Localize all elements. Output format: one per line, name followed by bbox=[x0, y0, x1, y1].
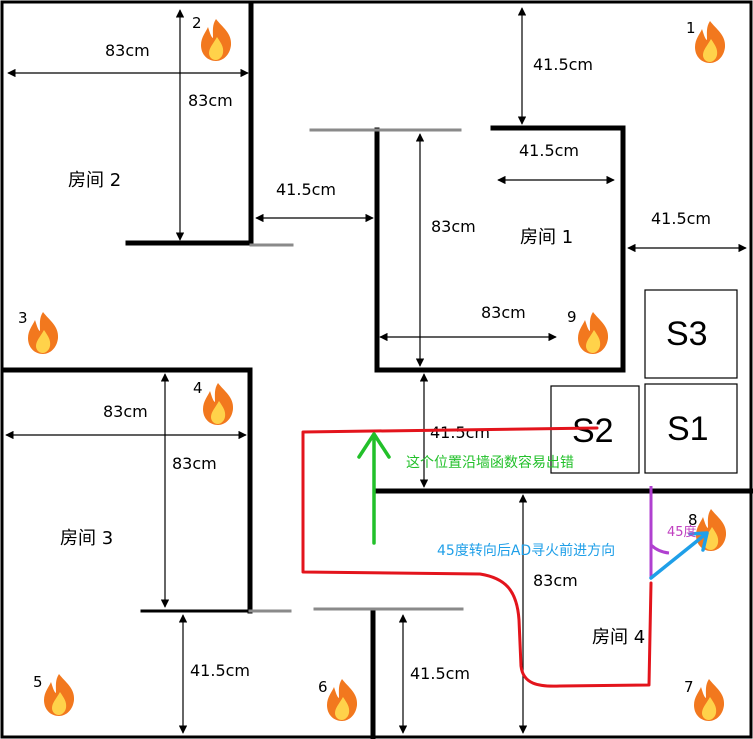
dim-bottom-left-gap: 41.5cm bbox=[190, 661, 250, 680]
dim-room3-height: 83cm bbox=[172, 454, 217, 473]
dim-top-gap: 41.5cm bbox=[533, 55, 593, 74]
dim-room1-door: 41.5cm bbox=[519, 141, 579, 160]
dim-room3-width: 83cm bbox=[103, 402, 148, 421]
fire-7-icon bbox=[694, 679, 725, 721]
fire-1-icon bbox=[695, 21, 726, 63]
room4-label: 房间 4 bbox=[592, 627, 645, 648]
dim-right-corridor: 41.5cm bbox=[651, 209, 711, 228]
dim-room2-width: 83cm bbox=[105, 41, 150, 60]
s1-label: S1 bbox=[667, 410, 709, 448]
wall-follow-note: 这个位置沿墙函数容易出错 bbox=[406, 454, 574, 471]
turn-note: 45度转向后AD寻火前进方向 bbox=[437, 542, 615, 559]
fire-5-number: 5 bbox=[33, 673, 43, 691]
fire-4-number: 4 bbox=[193, 379, 203, 397]
room1-label: 房间 1 bbox=[520, 227, 573, 248]
s-boxes: S3 S2 S1 bbox=[550, 289, 738, 474]
fire-9-number: 9 bbox=[567, 308, 577, 326]
fire-7-number: 7 bbox=[684, 678, 694, 696]
room2-label: 房间 2 bbox=[68, 170, 121, 191]
fire-3-number: 3 bbox=[18, 309, 28, 327]
dim-room2-height: 83cm bbox=[188, 91, 233, 110]
angle-note: 45度 bbox=[667, 524, 697, 540]
fire-9-icon bbox=[578, 312, 609, 354]
fire-5-icon bbox=[44, 674, 75, 716]
dimension-labels: 83cm 83cm 41.5cm 41.5cm 41.5cm 41.5cm 83… bbox=[103, 41, 711, 683]
fire-2-number: 2 bbox=[192, 14, 202, 32]
s2-label: S2 bbox=[572, 412, 614, 450]
fire-8-icon bbox=[696, 509, 727, 551]
dim-corridor-left: 41.5cm bbox=[276, 180, 336, 199]
fire-2-icon bbox=[201, 19, 232, 61]
dim-middle-gap: 41.5cm bbox=[430, 423, 490, 442]
dim-bottom-mid-gap: 41.5cm bbox=[410, 664, 470, 683]
fire-6-icon bbox=[327, 679, 358, 721]
fire-6-number: 6 bbox=[318, 678, 328, 696]
angle-arc bbox=[649, 543, 670, 555]
s3-label: S3 bbox=[666, 315, 708, 353]
dim-room1-height: 83cm bbox=[431, 217, 476, 236]
fire-3-icon bbox=[28, 312, 59, 354]
fire-1-number: 1 bbox=[686, 19, 696, 37]
dim-room1-width: 83cm bbox=[481, 303, 526, 322]
maze-floor-plan: 83cm 83cm 41.5cm 41.5cm 41.5cm 41.5cm 83… bbox=[0, 0, 753, 739]
room3-label: 房间 3 bbox=[60, 528, 113, 549]
dim-room4-height: 83cm bbox=[533, 571, 578, 590]
fire-4-icon bbox=[203, 383, 234, 425]
